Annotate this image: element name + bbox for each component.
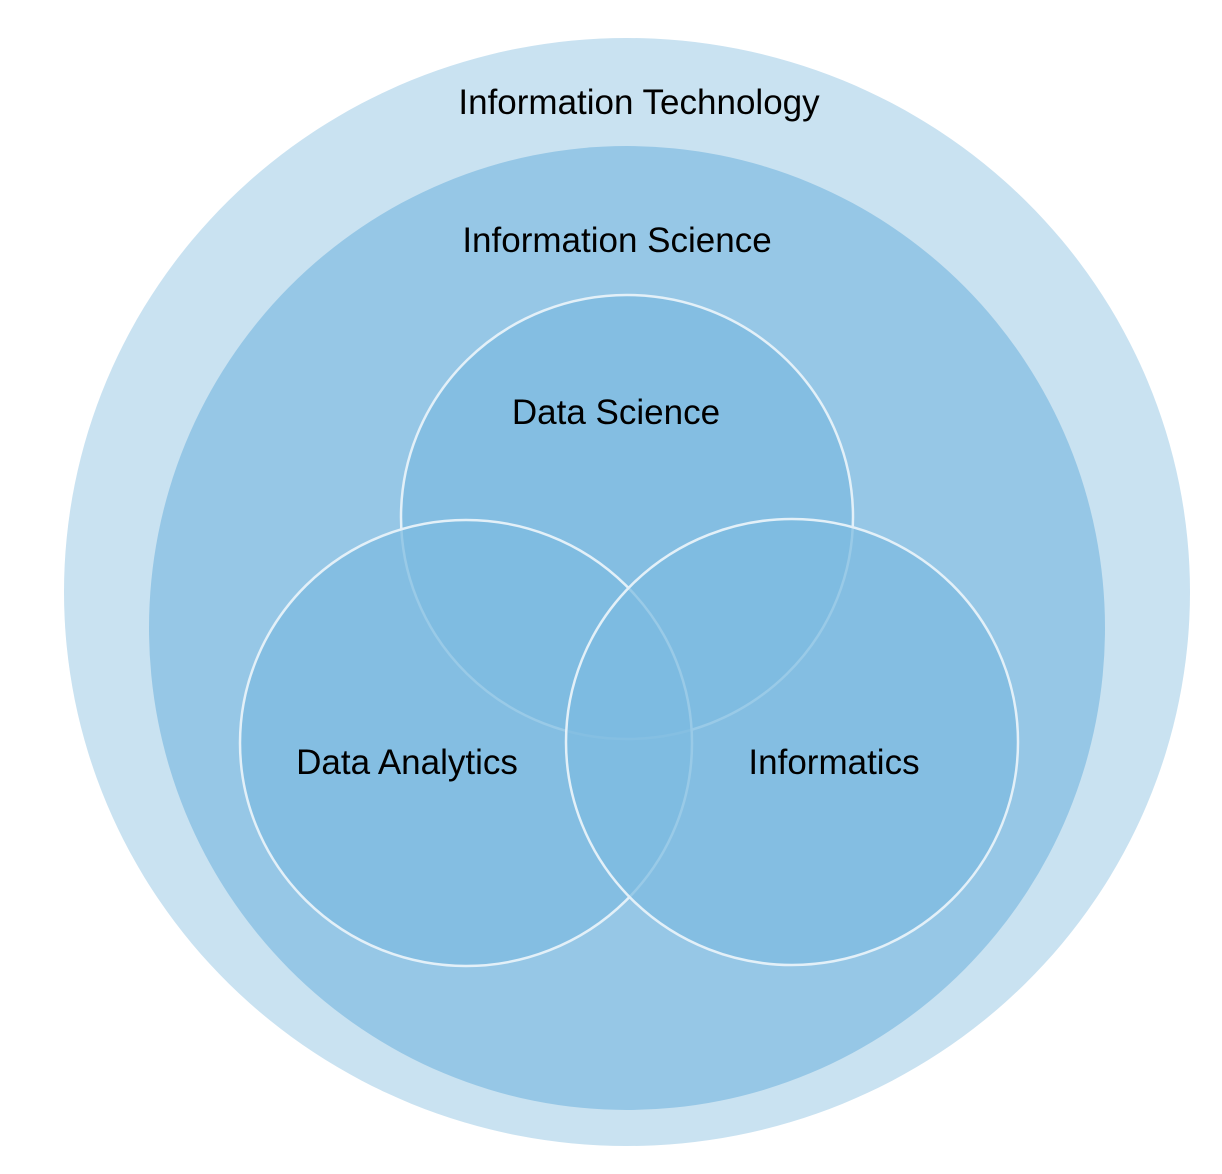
information-science-label: Information Science <box>462 221 771 260</box>
informatics-circle <box>564 517 1020 967</box>
data-analytics-label: Data Analytics <box>296 743 518 782</box>
informatics-label: Informatics <box>748 743 919 782</box>
information-technology-label: Information Technology <box>458 83 820 122</box>
data-science-label: Data Science <box>512 393 720 432</box>
venn-diagram: Information Technology Information Scien… <box>64 38 1190 1146</box>
